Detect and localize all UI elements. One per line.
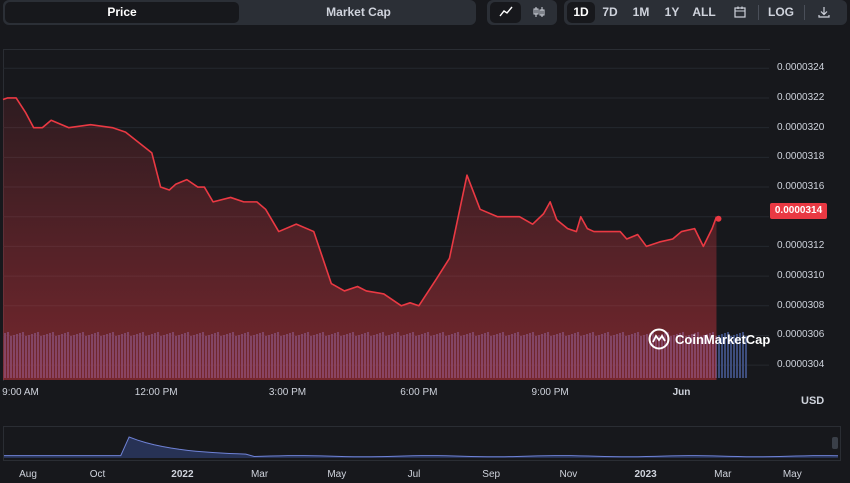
x-tick-label: 6:00 PM	[400, 387, 438, 398]
watermark-text: CoinMarketCap	[675, 331, 771, 347]
coinmarketcap-watermark: CoinMarketCap	[648, 328, 770, 350]
navigator-handle[interactable]	[832, 437, 838, 449]
currency-label: USD	[801, 395, 825, 407]
x-tick-label: 9:00 PM	[531, 387, 569, 398]
navigator-label: Mar	[714, 469, 732, 480]
y-tick-label: 0.0000308	[777, 299, 825, 311]
navigator-label: May	[782, 469, 802, 480]
x-tick-label: 9:00 AM	[2, 387, 39, 398]
navigator-label: Nov	[559, 469, 578, 480]
navigator-label: Sep	[482, 469, 501, 480]
y-tick-label: 0.0000312	[777, 240, 825, 252]
y-tick-label: 0.0000306	[777, 329, 825, 341]
y-tick-label: 0.0000320	[777, 121, 825, 133]
navigator-label: May	[327, 469, 347, 480]
y-tick-label: 0.0000310	[777, 270, 825, 282]
y-tick-label: 0.0000304	[777, 359, 825, 371]
navigator-label: Jul	[407, 469, 421, 480]
x-tick-label: 12:00 PM	[134, 387, 178, 398]
y-tick-label: 0.0000324	[777, 62, 825, 74]
navigator-label: 2022	[171, 469, 194, 480]
coinmarketcap-logo-icon	[648, 328, 670, 350]
x-tick-label: Jun	[672, 387, 691, 398]
navigator-label: 2023	[634, 469, 657, 480]
x-tick-label: 3:00 PM	[268, 387, 307, 398]
navigator-label: Mar	[250, 469, 269, 480]
y-tick-label: 0.0000322	[777, 91, 825, 103]
price-area	[3, 49, 717, 380]
current-price-badge: 0.0000314	[770, 203, 827, 219]
navigator-label: Aug	[19, 469, 37, 480]
current-price-marker	[715, 215, 722, 222]
price-chart[interactable]	[0, 0, 850, 483]
y-tick-label: 0.0000318	[777, 151, 825, 163]
navigator-label: Oct	[89, 469, 106, 480]
y-tick-label: 0.0000316	[777, 181, 825, 193]
range-navigator[interactable]	[3, 426, 841, 461]
